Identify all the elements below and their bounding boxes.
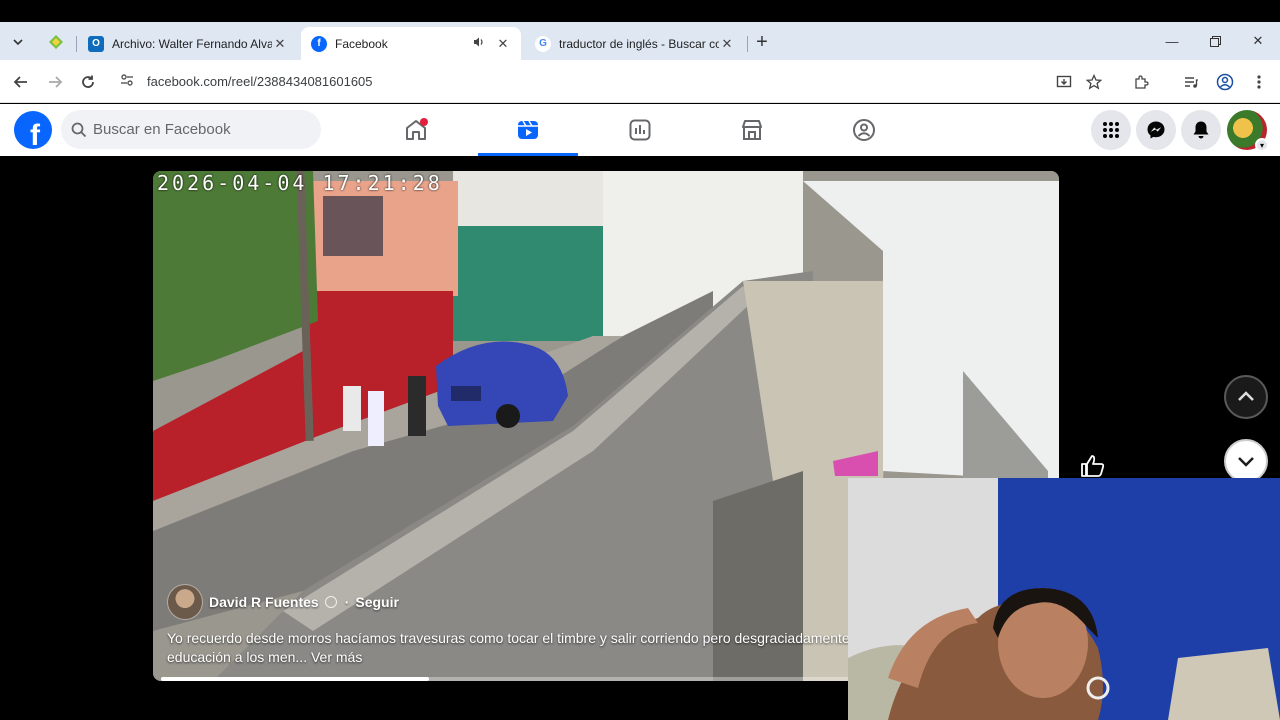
reel-caption: Yo recuerdo desde morros hacíamos traves… [167, 629, 857, 667]
facebook-logo-letter: f [30, 119, 40, 149]
nav-reels[interactable] [478, 104, 578, 156]
reload-button[interactable] [74, 68, 102, 96]
caption-text: educación a los men... [167, 649, 308, 665]
previous-reel-button[interactable] [1224, 375, 1268, 419]
facebook-header: f ▾ [0, 104, 1280, 156]
reel-stage: 2026-04-04 17:21:28 David R Fuentes · Se… [0, 156, 1280, 720]
green-diamond-icon [49, 35, 63, 49]
messenger-button[interactable] [1136, 110, 1176, 150]
arrow-left-icon [13, 76, 27, 88]
tab-title: Facebook [335, 36, 388, 51]
globe-icon [324, 596, 337, 608]
address-bar: facebook.com/reel/2388434081601605 [0, 60, 1280, 103]
tab-outlook[interactable]: O Archivo: Walter Fernando Alvar ✕ [78, 27, 298, 60]
media-controls-button[interactable] [1177, 68, 1205, 96]
nav-marketplace[interactable] [702, 104, 802, 156]
home-icon [406, 118, 428, 140]
tab-separator [747, 36, 748, 52]
groups-icon [853, 119, 875, 141]
tab-separator [76, 36, 77, 52]
forward-button[interactable] [41, 68, 69, 96]
plus-icon: + [756, 30, 768, 53]
search-input[interactable] [93, 121, 293, 138]
chevron-up-icon [1238, 391, 1254, 401]
speaker-icon[interactable] [471, 36, 487, 51]
tab-facebook[interactable]: f Facebook ✕ [301, 27, 521, 60]
notifications-button[interactable] [1181, 110, 1221, 150]
install-icon [1056, 75, 1072, 88]
close-window-button[interactable]: ✕ [1236, 22, 1280, 60]
star-icon [1086, 74, 1102, 90]
video-play-icon [518, 120, 538, 139]
tab-search-button[interactable] [6, 30, 30, 54]
grid-menu-icon [1103, 122, 1119, 138]
see-more-link[interactable]: Ver más [311, 649, 362, 665]
tab-google[interactable]: G traductor de inglés - Buscar co ✕ [525, 27, 745, 60]
kebab-menu-icon [1257, 75, 1261, 89]
screen-top-bar [0, 0, 1280, 22]
reload-icon [82, 75, 94, 88]
thumbs-up-icon [1081, 455, 1105, 477]
bell-icon [1193, 121, 1209, 139]
video-progress-bar[interactable] [161, 677, 849, 681]
search-icon [71, 122, 87, 137]
chevron-down-icon [1238, 457, 1254, 467]
caption-line-1: Yo recuerdo desde morros hacíamos traves… [167, 630, 850, 646]
author-name[interactable]: David R Fuentes [209, 594, 319, 610]
bookmark-button[interactable] [1080, 68, 1108, 96]
profile-avatar[interactable]: ▾ [1227, 110, 1269, 152]
minimize-icon: — [1165, 33, 1179, 49]
nav-groups[interactable] [814, 104, 914, 156]
pinned-extension-tab[interactable] [44, 30, 68, 54]
restore-icon [1209, 35, 1221, 47]
video-progress-fill [161, 677, 430, 681]
restore-button[interactable] [1193, 22, 1237, 60]
chevron-down-icon [13, 39, 23, 46]
back-button[interactable] [7, 68, 35, 96]
url-text: facebook.com/reel/2388434081601605 [147, 73, 373, 89]
messenger-icon [1147, 121, 1165, 139]
close-icon: ✕ [1252, 33, 1264, 48]
extensions-button[interactable] [1127, 68, 1155, 96]
chevron-down-icon: ▾ [1255, 138, 1269, 152]
google-icon: G [535, 35, 551, 52]
facebook-icon: f [311, 35, 327, 52]
webcam-overlay [848, 478, 1280, 720]
new-tab-button[interactable]: + [750, 30, 774, 54]
install-app-button[interactable] [1050, 68, 1078, 96]
browser-menu-button[interactable] [1245, 68, 1273, 96]
nav-home[interactable] [366, 104, 466, 156]
facebook-search[interactable] [61, 110, 321, 149]
close-tab-icon[interactable]: ✕ [495, 36, 511, 52]
tab-title: Archivo: Walter Fernando Alvar [112, 36, 272, 51]
store-icon [742, 120, 762, 140]
profile-button[interactable] [1211, 68, 1239, 96]
follow-link[interactable]: Seguir [355, 594, 399, 610]
next-reel-button[interactable] [1224, 439, 1268, 483]
nav-feeds[interactable] [590, 104, 690, 156]
bar-chart-icon [629, 119, 651, 141]
outlook-icon: O [88, 35, 104, 52]
webcam-feed [848, 478, 1280, 720]
close-tab-icon[interactable]: ✕ [719, 36, 735, 52]
minimize-button[interactable]: — [1150, 22, 1194, 60]
tab-title: traductor de inglés - Buscar co [559, 36, 719, 51]
reel-author: David R Fuentes · Seguir [167, 584, 399, 620]
tab-strip: O Archivo: Walter Fernando Alvar ✕ f Fac… [0, 22, 1280, 60]
omnibox[interactable]: facebook.com/reel/2388434081601605 [113, 66, 1116, 96]
site-settings-icon[interactable] [113, 73, 141, 90]
cctv-timestamp: 2026-04-04 17:21:28 [157, 171, 443, 195]
playlist-icon [1185, 77, 1198, 88]
close-tab-icon[interactable]: ✕ [272, 36, 288, 52]
caption-line-2: educación a los men... Ver más [167, 648, 857, 667]
profile-icon [1216, 73, 1234, 91]
separator-dot: · [344, 594, 350, 610]
puzzle-icon [1135, 75, 1149, 89]
arrow-right-icon [49, 76, 63, 88]
menu-button[interactable] [1091, 110, 1131, 150]
author-avatar[interactable] [167, 584, 203, 620]
facebook-logo[interactable]: f [14, 111, 52, 149]
